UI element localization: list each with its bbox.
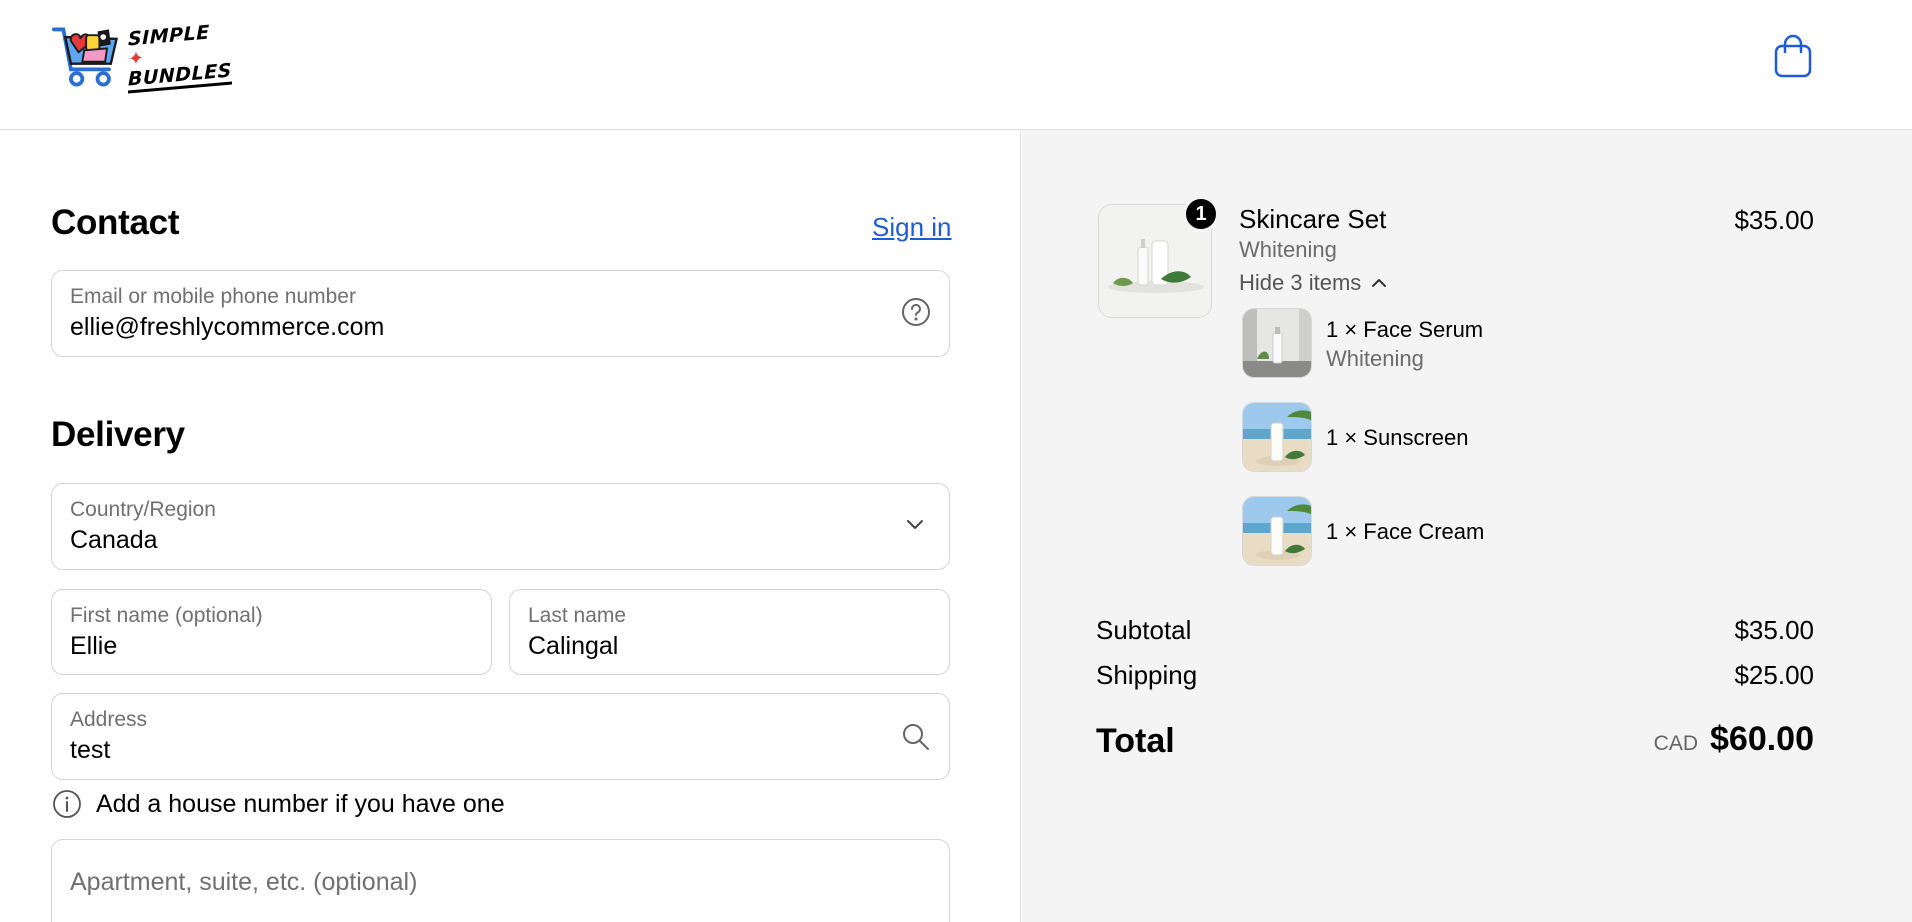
hide-items-toggle[interactable]: Hide 3 items — [1239, 270, 1387, 296]
address-hint-text: Add a house number if you have one — [96, 789, 505, 818]
contact-heading: Contact — [51, 203, 180, 242]
first-name-label: First name (optional) — [70, 604, 263, 627]
country-select[interactable]: Country/Region Canada — [51, 483, 950, 570]
bundle-item-name: 1 × Sunscreen — [1326, 425, 1469, 450]
chevron-down-icon — [907, 520, 923, 529]
info-circle-icon — [53, 790, 81, 818]
total-currency: CAD — [1653, 732, 1698, 755]
question-circle-icon[interactable] — [901, 297, 931, 327]
first-name-field[interactable]: First name (optional) Ellie — [51, 589, 492, 675]
bundle-item-name: 1 × Face Serum — [1326, 317, 1484, 342]
country-label: Country/Region — [70, 498, 216, 521]
total-amount: CAD $60.00 — [1654, 720, 1814, 759]
last-name-input[interactable]: Calingal — [528, 632, 879, 661]
chevron-up-icon — [1372, 279, 1387, 287]
address-label: Address — [70, 708, 148, 731]
email-field[interactable]: Email or mobile phone number ellie@fresh… — [51, 270, 950, 357]
shipping-label: Shipping — [1096, 660, 1198, 690]
quantity-badge: 1 — [1183, 196, 1219, 232]
sunscreen-image — [1243, 403, 1311, 471]
hide-items-label: Hide 3 items — [1239, 270, 1362, 295]
subtotal-label: Subtotal — [1096, 615, 1192, 645]
face-serum-thumbnail — [1242, 308, 1312, 378]
first-name-input[interactable]: Ellie — [70, 632, 421, 661]
bundle-item-name: 1 × Face Cream — [1326, 519, 1485, 544]
shipping-value: $25.00 — [1734, 660, 1814, 690]
apartment-placeholder: Apartment, suite, etc. (optional) — [70, 868, 418, 896]
address-input[interactable]: test — [70, 736, 788, 765]
page-header: SIMPLE ✦ BUNDLES — [0, 0, 1912, 130]
sunscreen-thumbnail — [1242, 402, 1312, 472]
last-name-field[interactable]: Last name Calingal — [509, 589, 950, 675]
email-label: Email or mobile phone number — [70, 285, 356, 308]
country-value[interactable]: Canada — [70, 526, 788, 555]
email-input[interactable]: ellie@freshlycommerce.com — [70, 313, 788, 342]
logo-wordmark: SIMPLE ✦ BUNDLES — [128, 21, 232, 94]
last-name-label: Last name — [528, 604, 627, 627]
total-value: $60.00 — [1710, 720, 1814, 758]
address-field[interactable]: Address test — [51, 693, 950, 780]
product-name: Skincare Set — [1239, 204, 1387, 234]
bundle-item-variant: Whitening — [1326, 346, 1424, 371]
subtotal-value: $35.00 — [1734, 615, 1814, 645]
product-variant: Whitening — [1239, 237, 1337, 262]
shopping-bag-icon[interactable] — [1772, 34, 1814, 80]
face-serum-image — [1243, 309, 1311, 377]
store-logo[interactable]: SIMPLE ✦ BUNDLES — [50, 18, 232, 96]
face-cream-image — [1243, 497, 1311, 565]
logo-line-1: SIMPLE — [128, 21, 210, 51]
search-icon[interactable] — [901, 722, 931, 752]
product-price: $35.00 — [1734, 205, 1814, 235]
apartment-field[interactable]: Apartment, suite, etc. (optional) — [51, 839, 950, 922]
delivery-heading: Delivery — [51, 415, 185, 454]
address-hint: Add a house number if you have one — [52, 789, 505, 819]
shopping-cart-logo-icon — [51, 27, 119, 87]
face-cream-thumbnail — [1242, 496, 1312, 566]
total-label: Total — [1096, 722, 1175, 760]
sign-in-link[interactable]: Sign in — [872, 212, 952, 243]
